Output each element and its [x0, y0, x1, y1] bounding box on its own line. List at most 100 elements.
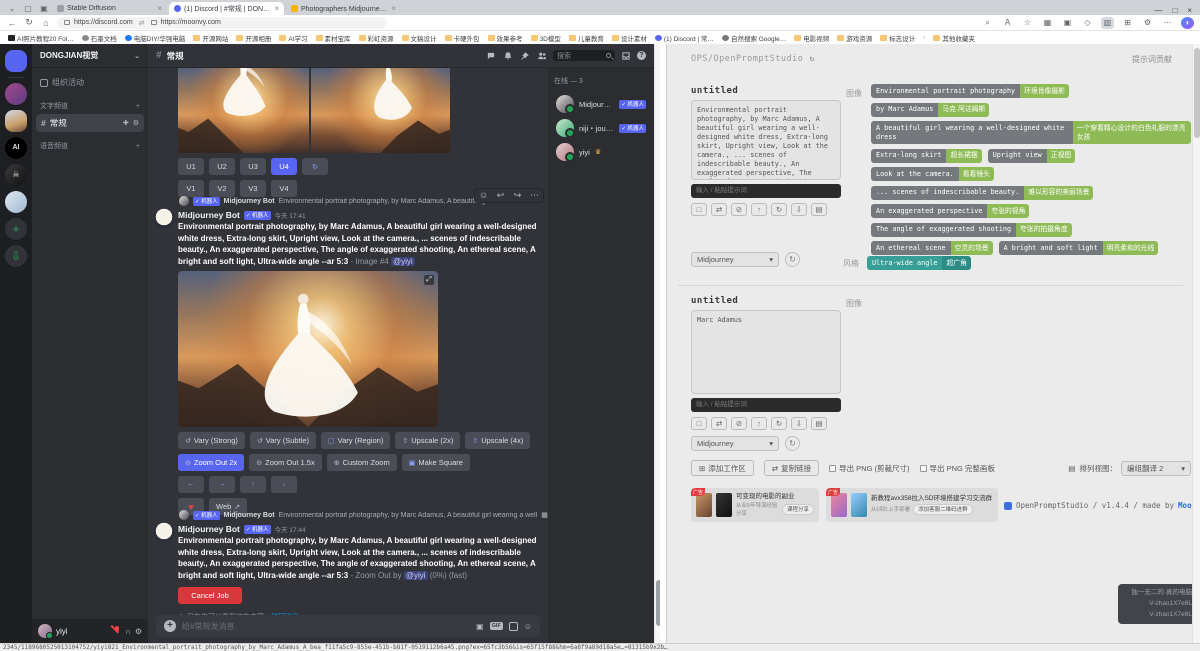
- close-button[interactable]: ×: [1187, 6, 1192, 15]
- arrange-select[interactable]: 编组翻译 2▾: [1121, 461, 1191, 476]
- workspace-title[interactable]: untitled: [691, 296, 738, 306]
- copy-icon[interactable]: □: [691, 203, 707, 216]
- tag-extra-long-skirt[interactable]: Extra-long skirt超长裙摆: [871, 149, 982, 163]
- threads-icon[interactable]: [485, 50, 497, 62]
- emoji-icon[interactable]: ☺: [524, 622, 532, 631]
- tab-close-icon[interactable]: ×: [157, 4, 162, 13]
- gif-picker-icon[interactable]: GIF: [490, 622, 503, 630]
- maximize-button[interactable]: □: [1172, 6, 1177, 15]
- tab-layout-icon[interactable]: ▢: [22, 3, 34, 14]
- user-settings-icon[interactable]: ⚙: [135, 627, 142, 636]
- tag-the-angle-of-exaggerated-shooting[interactable]: The angle of exaggerated shooting夸张的拍摄角度: [871, 223, 1072, 237]
- workspace-title[interactable]: untitled: [691, 86, 738, 96]
- upscale-4x--button[interactable]: ⇧Upscale (4x): [465, 432, 530, 449]
- reply-icon[interactable]: ↩: [494, 190, 507, 201]
- vary-strong--button[interactable]: ↺Vary (Strong): [178, 432, 245, 449]
- browser-tab[interactable]: (1) Discord | #常规 | DONGJIAN视觉×: [169, 2, 284, 15]
- message-input[interactable]: + 给#常规发消息 ▣ GIF ☺: [156, 615, 540, 637]
- bookmark-item[interactable]: 开源相册: [236, 33, 271, 43]
- refresh-button[interactable]: ↻: [23, 17, 35, 28]
- pan-left-button[interactable]: ←: [178, 476, 204, 493]
- address-url-right[interactable]: https://moonvy.com: [161, 19, 221, 26]
- bookmark-item[interactable]: 自然搜索 Google…: [722, 33, 786, 43]
- clear-icon[interactable]: ⊘: [731, 417, 747, 430]
- reply-preview[interactable]: ✓ 机器人 Midjourney Bot Environmental portr…: [178, 508, 548, 522]
- search-input[interactable]: 搜索: [553, 50, 615, 61]
- tag-a-bright-and-soft-light[interactable]: A bright and soft light明亮柔和的光线: [999, 241, 1159, 255]
- collections-icon[interactable]: ⊞: [1121, 17, 1134, 29]
- tag-an-exaggerated-perspective[interactable]: An exaggerated perspective夸张的视角: [871, 204, 1029, 218]
- add-channel-icon[interactable]: +: [136, 143, 140, 150]
- favorite-star-icon[interactable]: ☆: [1021, 17, 1034, 29]
- tag-scenes-of-indescribable-beauty[interactable]: ... scenes of indescribable beauty.难以形容的…: [871, 186, 1093, 200]
- engine-refresh-button[interactable]: ↻: [785, 252, 800, 267]
- bookmark-item[interactable]: 素材宝库: [316, 33, 351, 43]
- midjourney-upscaled-image[interactable]: ⤢: [178, 271, 438, 427]
- translate-icon[interactable]: ⇄: [711, 417, 727, 430]
- bookmark-item[interactable]: 效果参考: [488, 33, 523, 43]
- bookmarks-overflow-icon[interactable]: ›: [923, 34, 925, 41]
- custom-zoom-button[interactable]: ⊕Custom Zoom: [327, 454, 397, 471]
- clear-icon[interactable]: ⊘: [731, 203, 747, 216]
- vary-subtle--button[interactable]: ↺Vary (Subtle): [250, 432, 316, 449]
- attach-plus-icon[interactable]: +: [164, 620, 176, 632]
- engine-select[interactable]: Midjourney▾: [691, 436, 779, 451]
- channel-item-general[interactable]: # 常规 ✚ ⚙: [36, 114, 144, 132]
- more-icon[interactable]: ⋯: [528, 190, 541, 201]
- save-icon[interactable]: ▤: [811, 417, 827, 430]
- back-button[interactable]: ←: [6, 18, 18, 28]
- prompt-quick-input[interactable]: 输入 / 粘贴提示词: [691, 184, 841, 198]
- tab-close-icon[interactable]: ×: [274, 4, 279, 13]
- upload-icon[interactable]: ↑: [751, 203, 767, 216]
- expand-image-icon[interactable]: ⤢: [424, 275, 434, 285]
- ad-button[interactable]: 课程分享: [782, 504, 814, 515]
- zoom-out-1-5x-button[interactable]: ⊖Zoom Out 1.5x: [249, 454, 321, 471]
- gift-icon[interactable]: ▣: [476, 622, 484, 631]
- browser-tab[interactable]: Photographers Midjourney 公众号×: [286, 2, 401, 15]
- avatar[interactable]: [154, 522, 174, 542]
- server-art-purple[interactable]: [5, 83, 27, 105]
- bookmark-item[interactable]: 电影视频: [794, 33, 829, 43]
- midjourney-grid-image-right[interactable]: [311, 68, 450, 153]
- refresh-icon[interactable]: ↻: [771, 203, 787, 216]
- forward-icon[interactable]: ↪: [511, 190, 524, 201]
- refresh-icon[interactable]: ↻: [809, 54, 815, 64]
- pan-down-button[interactable]: ↓: [271, 476, 297, 493]
- tag-upright-view[interactable]: Upright view正视图: [988, 149, 1076, 163]
- copy-icon[interactable]: □: [691, 417, 707, 430]
- bookmark-item[interactable]: 3D模型: [531, 33, 561, 43]
- midjourney-grid-image-left[interactable]: [178, 68, 309, 153]
- reroll-button[interactable]: ↻: [302, 158, 328, 175]
- translate-icon[interactable]: ⇄: [711, 203, 727, 216]
- workspaces-icon[interactable]: ▣: [38, 3, 50, 14]
- server-sphere[interactable]: [5, 191, 27, 213]
- upscale-button-u4[interactable]: U4: [271, 158, 297, 175]
- bookmark-item[interactable]: 标志设计: [880, 33, 915, 43]
- refresh-icon[interactable]: ↻: [771, 417, 787, 430]
- tag-ultra-wide-angle[interactable]: Ultra-wide angle 超广角: [867, 256, 971, 270]
- bookmark-item[interactable]: 儿童教育: [569, 33, 604, 43]
- search-icon[interactable]: ⌕: [981, 17, 994, 29]
- member-row[interactable]: niji・journey …✓ 机器人: [554, 116, 648, 140]
- engine-select[interactable]: Midjourney▾: [691, 252, 779, 267]
- invite-people-icon[interactable]: ✚: [123, 119, 129, 127]
- tag-environmental-portrait-photography[interactable]: Environmental portrait photography环境肖像摄影: [871, 84, 1069, 98]
- vary-region--button[interactable]: ▢Vary (Region): [321, 432, 390, 449]
- microphone-muted-icon[interactable]: [113, 626, 121, 636]
- export-icon[interactable]: ⇩: [791, 417, 807, 430]
- minimize-button[interactable]: —: [1154, 6, 1162, 15]
- export-png-crop-checkbox[interactable]: 导出 PNG (剪裁尺寸): [829, 463, 909, 474]
- tag-a-beautiful-girl-wearing-a-well-designed-white-dress[interactable]: A beautiful girl wearing a well-designed…: [871, 121, 1191, 144]
- server-dongjian-active[interactable]: [5, 110, 27, 132]
- copy-link-button[interactable]: ⇄ 复制链接: [764, 460, 819, 476]
- prompt-textarea[interactable]: Environmental portrait photography, by M…: [691, 100, 841, 180]
- split-screen-icon[interactable]: ▥: [1101, 17, 1114, 29]
- bookmark-item[interactable]: AI学习: [279, 33, 307, 43]
- user-panel[interactable]: yiyi ∩ ⚙: [32, 619, 148, 643]
- address-url-left[interactable]: https://discord.com: [74, 19, 133, 26]
- profile-icon[interactable]: ⌄: [6, 3, 18, 14]
- send-icon[interactable]: ◇: [1081, 17, 1094, 29]
- upscale-2x--button[interactable]: ⇧Upscale (2x): [395, 432, 460, 449]
- pan-up-button[interactable]: ↑: [240, 476, 266, 493]
- pan-right-button[interactable]: →: [209, 476, 235, 493]
